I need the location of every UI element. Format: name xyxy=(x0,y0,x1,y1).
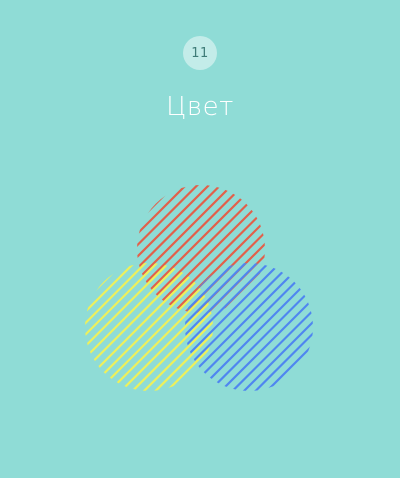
hatch-line xyxy=(137,185,260,313)
hatch-line xyxy=(139,263,213,391)
hatch-line xyxy=(239,263,313,391)
hatch-line xyxy=(85,263,213,391)
hatch-line xyxy=(85,263,162,391)
hatch-line xyxy=(137,185,237,313)
hatch-line xyxy=(145,185,265,313)
blue-hatched-circle[interactable] xyxy=(0,179,400,475)
hatch-line xyxy=(85,263,213,391)
hatch-line xyxy=(137,185,265,313)
hatch-line xyxy=(185,263,262,391)
red-hatched-circle[interactable] xyxy=(0,101,400,397)
hatch-line xyxy=(204,263,313,391)
hatch-line xyxy=(85,263,213,391)
hatch-line xyxy=(185,263,313,391)
hatch-line xyxy=(137,185,265,313)
hatch-line xyxy=(85,263,213,391)
hatch-line xyxy=(137,185,265,313)
hatch-line xyxy=(85,263,213,391)
hatch-line xyxy=(85,263,197,391)
hatch-line xyxy=(185,263,251,391)
hatch-line xyxy=(227,263,313,391)
hatched-circles-art xyxy=(0,101,400,475)
hatch-line xyxy=(85,263,213,391)
hatch-line xyxy=(185,263,313,391)
yellow-hatched-circle[interactable] xyxy=(0,179,400,475)
hatch-line xyxy=(185,263,274,391)
